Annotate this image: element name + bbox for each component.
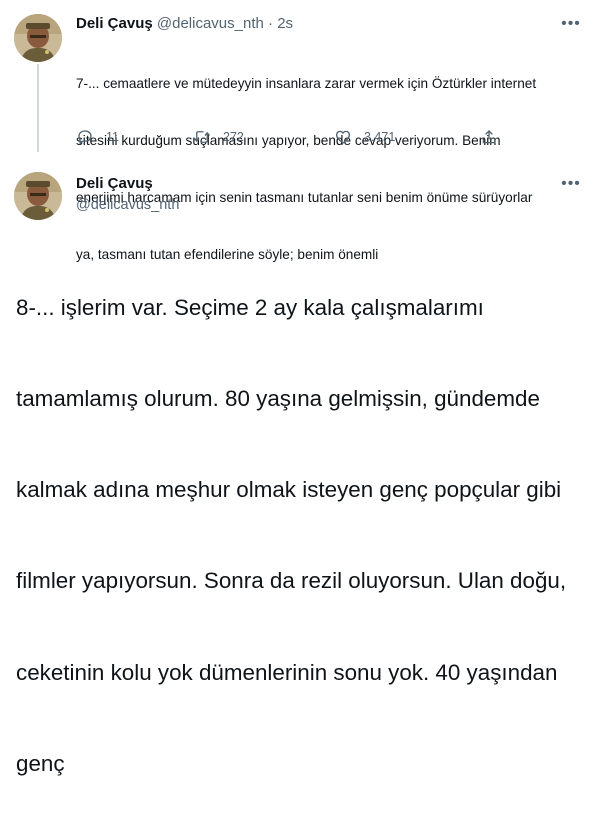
- avatar[interactable]: [14, 14, 62, 62]
- tweet-2[interactable]: Deli Çavuş @delicavus_nth ••• 8-... işle…: [0, 160, 606, 776]
- handle[interactable]: @delicavus_nth: [157, 15, 264, 32]
- tweet-1[interactable]: Deli Çavuş @delicavus_nth · 2s ••• 7-...…: [0, 0, 606, 262]
- retweet-icon: [193, 131, 211, 143]
- tweet-text-line: ceketinin kolu yok dümenlerinin sonu yok…: [16, 659, 558, 685]
- more-icon[interactable]: •••: [561, 14, 581, 34]
- share-button[interactable]: [480, 126, 510, 148]
- tweet-text-line: 7-... cemaatlere ve mütedeyyin insanlara…: [76, 76, 537, 91]
- display-name[interactable]: Deli Çavuş: [76, 174, 153, 194]
- like-count: 3.471: [364, 130, 396, 144]
- like-button[interactable]: 3.471: [334, 126, 395, 148]
- reply-button[interactable]: 11: [76, 126, 119, 148]
- tweet-text: 8-... işlerim var. Seçime 2 ay kala çalı…: [16, 232, 596, 814]
- tweet-text-line: tamamlamış olurum. 80 yaşına gelmişsin, …: [16, 386, 540, 412]
- tweet-actions: 11 272 3.471: [76, 126, 506, 148]
- more-icon[interactable]: •••: [561, 174, 581, 194]
- reply-count: 11: [106, 130, 119, 144]
- like-icon: [335, 130, 351, 144]
- tweet-header: Deli Çavuş @delicavus_nth · 2s: [76, 14, 293, 34]
- avatar-image: [14, 172, 62, 220]
- retweet-button[interactable]: 272: [193, 126, 244, 148]
- handle[interactable]: @delicavus_nth: [76, 195, 179, 215]
- display-name[interactable]: Deli Çavuş: [76, 15, 153, 32]
- thread-connector-line: [37, 64, 39, 152]
- separator: ·: [268, 15, 274, 32]
- timestamp[interactable]: 2s: [277, 15, 293, 32]
- tweet-text-line: genç: [16, 750, 65, 776]
- retweet-count: 272: [223, 130, 244, 144]
- tweet-text-line: kalmak adına meşhur olmak isteyen genç p…: [16, 477, 562, 503]
- avatar-image: [14, 14, 62, 62]
- avatar[interactable]: [14, 172, 62, 220]
- share-icon: [482, 130, 496, 144]
- tweet-text-line: filmler yapıyorsun. Sonra da rezil oluyo…: [16, 568, 567, 594]
- tweet-text-line: 8-... işlerim var. Seçime 2 ay kala çalı…: [16, 294, 484, 320]
- reply-icon: [78, 130, 92, 145]
